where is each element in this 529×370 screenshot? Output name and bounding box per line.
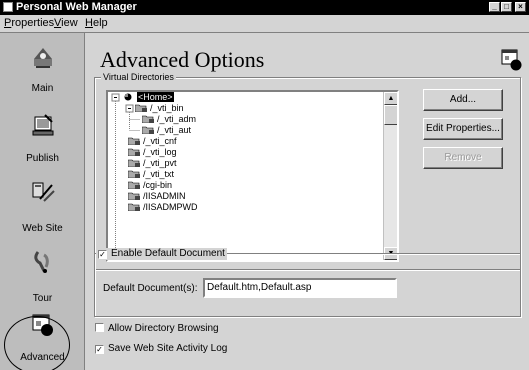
default-documents-field[interactable]: Default.htm,Default.asp: [203, 278, 397, 298]
tree-row-label: /IISADMPWD: [143, 202, 198, 212]
sidebar: Main Publish Web Site Tour Advanced: [0, 33, 85, 370]
virtual-directories-label: Virtual Directories: [101, 71, 176, 83]
tree-row[interactable]: /_vti_aut: [142, 125, 191, 136]
tree-row-label: /_vti_pvt: [143, 158, 177, 168]
minimize-button[interactable]: _: [489, 2, 500, 12]
folder-icon: [128, 159, 140, 167]
tree-row-label: <Home>: [137, 92, 174, 102]
sidebar-item-publish[interactable]: Publish: [0, 103, 85, 173]
folder-icon: [128, 203, 140, 211]
tree-row[interactable]: /_vti_cnf: [128, 136, 177, 147]
tree-list: <Home> /_vti_bin /_vti_adm /_vti_aut /_v…: [108, 92, 383, 260]
add-button[interactable]: Add...: [423, 89, 503, 111]
window-title: Personal Web Manager: [16, 1, 137, 13]
tree-row[interactable]: /_vti_adm: [142, 114, 196, 125]
app-icon: [3, 2, 13, 12]
sidebar-item-label: Publish: [26, 153, 59, 164]
maximize-button[interactable]: □: [501, 2, 512, 12]
advanced-options-icon: [501, 49, 522, 71]
tree-row-label: /_vti_adm: [157, 114, 197, 124]
sidebar-item-main[interactable]: Main: [0, 33, 85, 103]
save-activity-log-box[interactable]: ✓: [95, 345, 104, 354]
scroll-thumb[interactable]: [384, 105, 397, 125]
tree-row-label: /IISADMIN: [143, 191, 186, 201]
tree-row[interactable]: /_vti_log: [128, 147, 177, 158]
enable-default-document-box[interactable]: ✓: [98, 250, 107, 259]
enable-default-document-label: Enable Default Document: [111, 248, 225, 259]
sidebar-item-tour[interactable]: Tour: [0, 243, 85, 313]
tree-row-label: /_vti_bin: [150, 103, 184, 113]
tree-row[interactable]: /IISADMPWD: [128, 202, 198, 213]
allow-directory-browsing-box[interactable]: [95, 323, 104, 332]
menu-properties-rest: roperties: [11, 17, 55, 29]
menu-help-rest: elp: [92, 17, 108, 29]
scroll-up-button[interactable]: ▲: [384, 92, 397, 105]
menu-properties[interactable]: Properties: [4, 15, 54, 32]
edit-properties-button[interactable]: Edit Properties...: [423, 118, 503, 140]
sidebar-item-web-site[interactable]: Web Site: [0, 173, 85, 243]
tree-row-label: /_vti_cnf: [143, 136, 177, 146]
folder-icon: [142, 126, 154, 134]
tree-row-label: /_vti_aut: [157, 125, 192, 135]
menu-bar: Properties View Help: [0, 15, 529, 33]
tree-row-home[interactable]: <Home>: [122, 92, 174, 103]
enable-default-document-checkbox[interactable]: ✓ Enable Default Document: [96, 248, 227, 260]
home-icon: [124, 93, 132, 101]
sidebar-item-label: Tour: [32, 293, 53, 304]
main-icon: [34, 48, 52, 68]
tour-icon: [34, 251, 49, 273]
folder-icon: [135, 104, 147, 112]
remove-button[interactable]: Remove: [423, 147, 503, 169]
main-panel: Advanced Options Virtual Directories <Ho…: [86, 33, 529, 370]
close-button[interactable]: ×: [515, 2, 526, 12]
save-activity-log-label: Save Web Site Activity Log: [108, 343, 228, 354]
folder-icon: [128, 192, 140, 200]
tree-row[interactable]: /_vti_bin: [135, 103, 184, 114]
tree-row[interactable]: /_vti_txt: [128, 169, 174, 180]
window-controls: _ □ ×: [489, 2, 526, 12]
publish-icon: [32, 114, 54, 136]
folder-icon: [128, 170, 140, 178]
folder-icon: [142, 115, 154, 123]
tree-row-label: /cgi-bin: [143, 180, 173, 190]
menu-help[interactable]: Help: [85, 15, 108, 32]
tree-row-label: /_vti_txt: [143, 169, 175, 179]
tree-scrollbar[interactable]: ▲ ▼: [383, 92, 397, 260]
menu-view-rest: iew: [61, 17, 78, 29]
tree-row[interactable]: /IISADMIN: [128, 191, 186, 202]
personal-web-manager-window: Personal Web Manager _ □ × Properties Vi…: [0, 0, 529, 370]
page-title: Advanced Options: [100, 47, 265, 72]
sidebar-item-label: Main: [31, 83, 54, 94]
tree-row-label: /_vti_log: [143, 147, 177, 157]
sidebar-item-label: Web Site: [22, 223, 63, 234]
tree-row[interactable]: /cgi-bin: [128, 180, 172, 191]
folder-icon: [128, 148, 140, 156]
save-activity-log-checkbox[interactable]: ✓ Save Web Site Activity Log: [95, 343, 227, 355]
folder-icon: [128, 181, 140, 189]
tree-row[interactable]: /_vti_pvt: [128, 158, 177, 169]
title-bar: Personal Web Manager _ □ ×: [0, 0, 529, 15]
allow-directory-browsing-checkbox[interactable]: Allow Directory Browsing: [95, 323, 219, 335]
web-site-icon: [32, 182, 55, 202]
default-documents-label: Default Document(s):: [103, 283, 198, 294]
allow-directory-browsing-label: Allow Directory Browsing: [108, 323, 219, 334]
active-item-highlight: [4, 316, 70, 370]
folder-icon: [128, 137, 140, 145]
virtual-directories-tree[interactable]: <Home> /_vti_bin /_vti_adm /_vti_aut /_v…: [106, 90, 399, 262]
menu-view[interactable]: View: [54, 15, 78, 32]
